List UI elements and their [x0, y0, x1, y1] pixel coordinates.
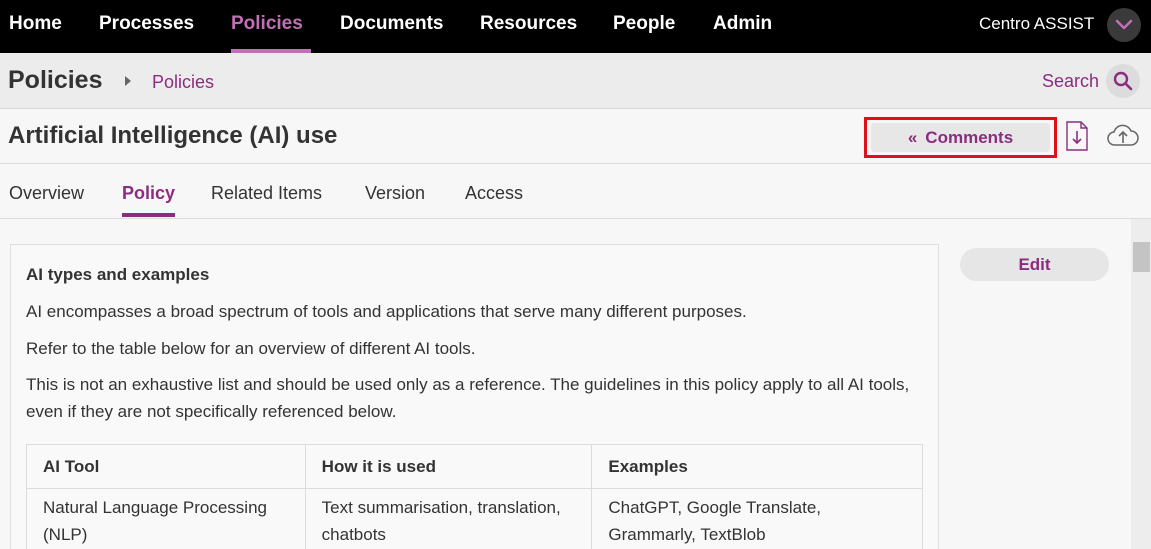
breadcrumb-section[interactable]: Policies [8, 66, 103, 95]
policy-content: AI types and examples AI encompasses a b… [10, 244, 939, 549]
table-header-row: AI Tool How it is used Examples [26, 444, 923, 489]
tab-policy[interactable]: Policy [122, 183, 176, 217]
nav-resources[interactable]: Resources [480, 0, 577, 53]
comments-button[interactable]: « Comments [871, 123, 1050, 152]
column-header: AI Tool [26, 444, 306, 489]
comments-label: Comments [925, 127, 1014, 147]
search-button[interactable] [1106, 64, 1140, 98]
tab-overview[interactable]: Overview [9, 183, 84, 204]
chevron-down-icon [1115, 19, 1133, 30]
caret-right-icon [125, 76, 131, 86]
search-icon [1113, 71, 1133, 91]
paragraph: This is not an exhaustive list and shoul… [26, 375, 910, 421]
edit-button[interactable]: Edit [960, 248, 1109, 281]
top-nav: Home Processes Policies Documents Resour… [0, 0, 1151, 53]
tab-bar: Overview Policy Related Items Version Ac… [0, 164, 1151, 219]
nav-people[interactable]: People [613, 0, 675, 53]
nav-documents[interactable]: Documents [340, 0, 443, 53]
user-menu-button[interactable] [1107, 8, 1141, 42]
breadcrumb: Policies Policies Search [0, 53, 1151, 109]
table-cell: ChatGPT, Google Translate, Grammarly, Te… [591, 488, 923, 549]
table-row: Natural Language Processing (NLP) Text s… [26, 488, 923, 549]
tab-version[interactable]: Version [365, 183, 425, 204]
tab-access[interactable]: Access [465, 183, 523, 204]
download-icon[interactable] [1065, 121, 1089, 151]
section-heading: AI types and examples [26, 265, 210, 284]
column-header: How it is used [304, 444, 593, 489]
double-chevron-left-icon: « [907, 127, 918, 147]
scrollbar-thumb[interactable] [1133, 242, 1150, 272]
title-row: Artificial Intelligence (AI) use « Comme… [0, 109, 1151, 164]
user-name[interactable]: Centro ASSIST [979, 0, 1094, 48]
nav-admin[interactable]: Admin [713, 0, 772, 53]
upload-cloud-icon[interactable] [1107, 123, 1139, 149]
nav-policies[interactable]: Policies [231, 0, 311, 53]
column-header: Examples [591, 444, 923, 489]
table-cell: Text summarisation, translation, chatbot… [304, 488, 593, 549]
tab-related-items[interactable]: Related Items [211, 183, 322, 204]
nav-processes[interactable]: Processes [99, 0, 194, 53]
paragraph: Refer to the table below for an overview… [26, 339, 476, 358]
table-cell: Natural Language Processing (NLP) [26, 488, 306, 549]
nav-home[interactable]: Home [9, 0, 62, 53]
paragraph: AI encompasses a broad spectrum of tools… [26, 302, 747, 321]
ai-tools-table: AI Tool How it is used Examples Natural … [26, 444, 923, 549]
breadcrumb-current[interactable]: Policies [152, 72, 214, 93]
page-title: Artificial Intelligence (AI) use [8, 122, 338, 149]
search-label[interactable]: Search [1042, 71, 1099, 92]
comments-highlight: « Comments [864, 117, 1057, 158]
